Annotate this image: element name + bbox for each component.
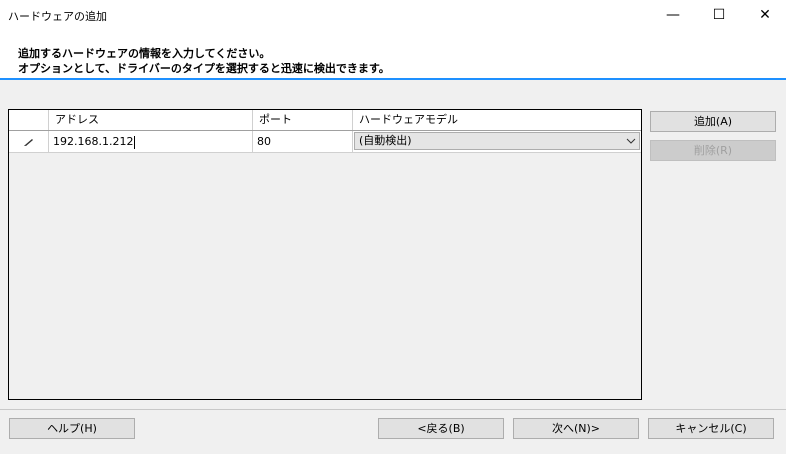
chevron-down-icon[interactable] [623, 133, 639, 149]
address-input[interactable]: 192.168.1.212 [49, 131, 253, 152]
back-button[interactable]: <戻る(B) [378, 418, 504, 439]
close-button[interactable]: ✕ [742, 0, 786, 30]
grid-header: アドレス ポート ハードウェアモデル [9, 110, 641, 131]
column-header-model[interactable]: ハードウェアモデル [353, 110, 641, 130]
model-selected-value: (自動検出) [359, 134, 412, 147]
maximize-icon: ☐ [712, 7, 726, 23]
hardware-model-select[interactable]: (自動検出) [354, 132, 640, 150]
table-row[interactable]: 192.168.1.212 80 (自動検出) [9, 131, 641, 153]
port-value: 80 [257, 135, 271, 148]
footer-divider [0, 409, 786, 410]
row-indicator-header [9, 110, 49, 130]
minimize-button[interactable]: — [650, 0, 696, 30]
minimize-icon: — [666, 7, 680, 23]
instruction-line-1: 追加するハードウェアの情報を入力してください。 [18, 47, 271, 60]
wizard-header: 追加するハードウェアの情報を入力してください。 オプションとして、ドライバーのタ… [0, 30, 786, 78]
close-icon: ✕ [759, 7, 771, 23]
header-divider [0, 78, 786, 80]
port-input[interactable]: 80 [253, 131, 353, 152]
text-caret [134, 135, 136, 149]
delete-button[interactable]: 削除(R) [650, 140, 776, 161]
address-value: 192.168.1.212 [53, 135, 134, 148]
hardware-grid[interactable]: アドレス ポート ハードウェアモデル 192.168.1.212 80 (自動検… [8, 109, 642, 400]
maximize-button[interactable]: ☐ [696, 0, 742, 30]
add-button[interactable]: 追加(A) [650, 111, 776, 132]
window-title: ハードウェアの追加 [8, 10, 107, 23]
model-select-cell: (自動検出) [353, 131, 641, 152]
row-edit-indicator [9, 131, 49, 152]
column-header-port[interactable]: ポート [253, 110, 353, 130]
column-header-address[interactable]: アドレス [49, 110, 253, 130]
cancel-button[interactable]: キャンセル(C) [648, 418, 774, 439]
instruction-line-2: オプションとして、ドライバーのタイプを選択すると迅速に検出できます。 [18, 62, 390, 75]
pencil-icon [23, 138, 33, 146]
title-bar: ハードウェアの追加 — ☐ ✕ [0, 0, 786, 30]
next-button[interactable]: 次へ(N)> [513, 418, 639, 439]
help-button[interactable]: ヘルプ(H) [9, 418, 135, 439]
